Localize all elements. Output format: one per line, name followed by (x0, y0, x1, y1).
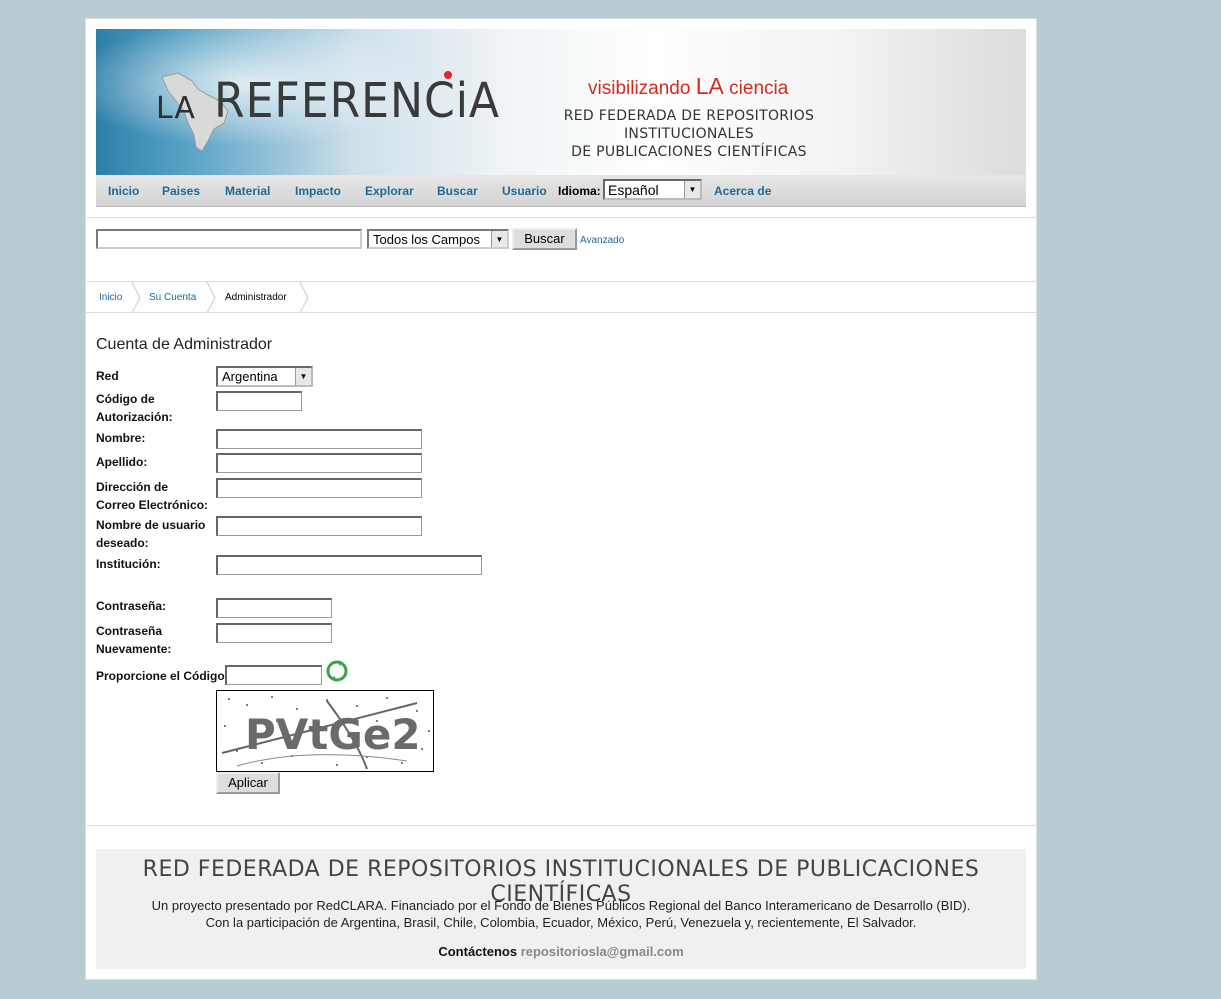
breadcrumb-administrador: Administrador (225, 292, 287, 303)
breadcrumb-inicio[interactable]: Inicio (99, 292, 122, 303)
divider (86, 825, 1036, 826)
footer-contact: Contáctenos repositoriosla@gmail.com (438, 944, 684, 959)
tagline: visibilizando LA ciencia (588, 73, 789, 99)
red-label: Red (96, 369, 119, 383)
language-select[interactable]: Español ▼ (603, 179, 702, 200)
institucion-label: Institución: (96, 557, 161, 571)
advanced-search-link[interactable]: Avanzado (580, 235, 624, 246)
email-input[interactable] (216, 478, 422, 498)
footer-line-2: Con la participación de Argentina, Brasi… (205, 915, 917, 930)
nav-item-impacto[interactable]: Impacto (295, 184, 341, 198)
apply-button[interactable]: Aplicar (216, 772, 280, 794)
search-input[interactable] (96, 229, 362, 249)
chevron-down-icon: ▼ (684, 181, 700, 198)
red-select[interactable]: Argentina ▼ (216, 366, 313, 387)
nombre-input[interactable] (216, 429, 422, 449)
form-title: Cuenta de Administrador (96, 336, 273, 353)
captcha-code-input[interactable] (225, 665, 322, 685)
nav-item-paises[interactable]: Paises (162, 184, 200, 198)
password-input[interactable] (216, 598, 332, 618)
nombre-label: Nombre: (96, 431, 146, 445)
captcha-code-label: Proporcione el Código: (96, 669, 229, 683)
nav-item-inicio[interactable]: Inicio (108, 184, 139, 198)
nav-item-buscar[interactable]: Buscar (437, 184, 478, 198)
breadcrumb-separator-icon (206, 282, 216, 313)
divider (86, 217, 1036, 218)
footer-line-1: Un proyecto presentado por RedCLARA. Fin… (151, 898, 971, 913)
password-label: Contraseña: (96, 599, 167, 613)
chevron-down-icon: ▼ (491, 231, 507, 247)
apellido-label: Apellido: (96, 455, 148, 469)
nav-item-usuario[interactable]: Usuario (502, 184, 547, 198)
page-container: LA REFERENCiA visibilizando LA ciencia R… (85, 18, 1037, 980)
refresh-icon[interactable] (326, 660, 348, 682)
nav-item-explorar[interactable]: Explorar (365, 184, 414, 198)
apellido-input[interactable] (216, 453, 422, 473)
captcha-text: PVtGe2 (245, 710, 421, 759)
search-button[interactable]: Buscar (512, 228, 577, 250)
nav-item-acerca-de[interactable]: Acerca de (714, 184, 771, 198)
chevron-down-icon: ▼ (295, 368, 311, 385)
captcha-image: PVtGe2 (216, 690, 434, 772)
username-input[interactable] (216, 516, 422, 536)
breadcrumb-su-cuenta[interactable]: Su Cuenta (149, 292, 196, 303)
password-confirm-input[interactable] (216, 623, 332, 643)
nav-item-material[interactable]: Material (225, 184, 270, 198)
main-nav: Inicio Paises Material Impacto Explorar … (96, 175, 1026, 207)
header-banner: LA REFERENCiA visibilizando LA ciencia R… (96, 29, 1026, 175)
breadcrumb-separator-icon (131, 282, 141, 313)
email-label: Dirección de Correo Electrónico: (96, 480, 209, 512)
footer: RED FEDERADA DE REPOSITORIOS INSTITUCION… (96, 849, 1026, 969)
header-subtitle: RED FEDERADA DE REPOSITORIOS INSTITUCION… (563, 108, 815, 160)
logo-la-text: LA (156, 91, 196, 126)
username-label: Nombre de usuario deseado: (96, 518, 206, 550)
logo-red-dot (444, 71, 452, 79)
password-confirm-label: Contraseña Nuevamente: (96, 624, 172, 656)
logo-referencia-text: REFERENCiA (214, 73, 501, 129)
search-field-select[interactable]: Todos los Campos ▼ (367, 229, 509, 249)
language-label: Idioma: (558, 184, 601, 198)
breadcrumb-separator-icon (299, 282, 309, 313)
footer-email-link[interactable]: repositoriosla@gmail.com (521, 944, 684, 959)
breadcrumb: Inicio Su Cuenta Administrador (86, 281, 1036, 313)
auth-code-label: Código de Autorización: (96, 392, 173, 424)
auth-code-input[interactable] (216, 391, 302, 411)
institucion-input[interactable] (216, 555, 482, 575)
